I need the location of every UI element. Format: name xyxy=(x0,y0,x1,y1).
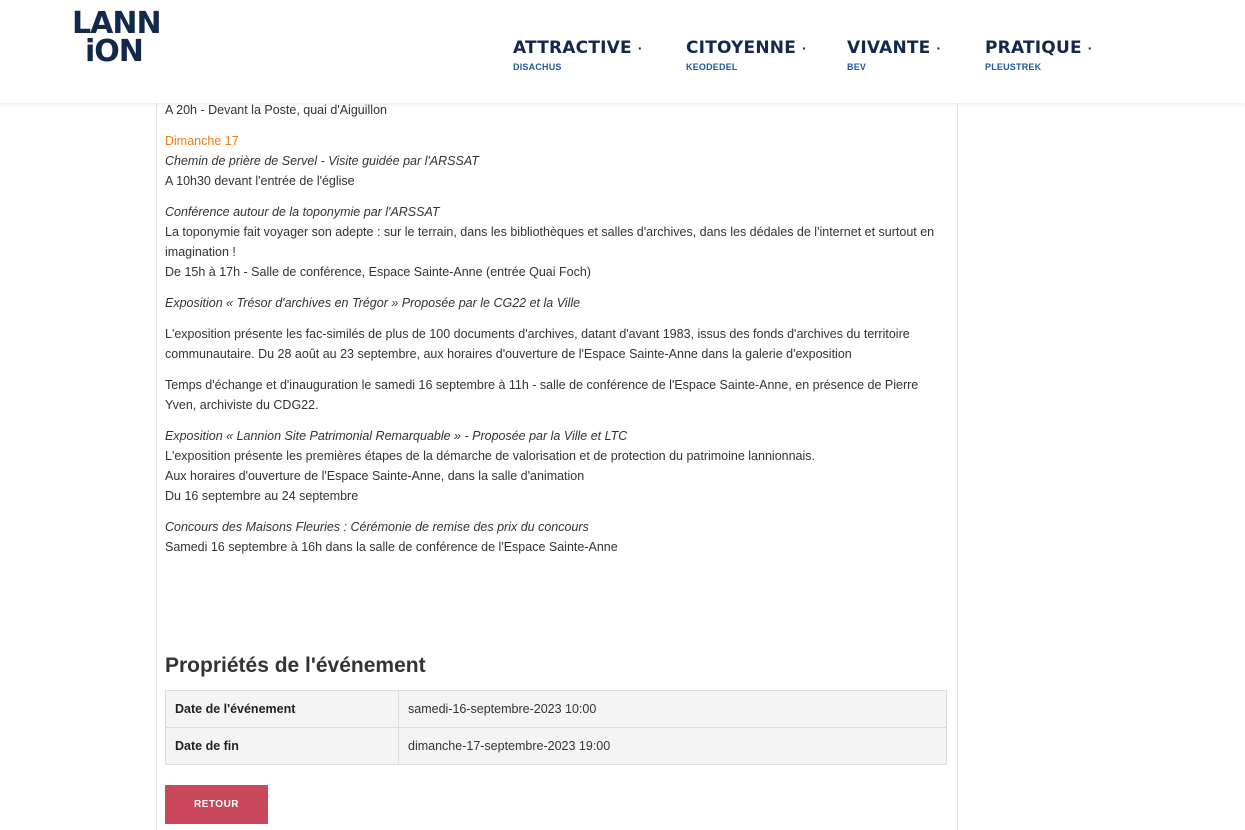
event-block-toponymie: Conférence autour de la toponymie par l'… xyxy=(165,202,947,282)
event-text: De 15h à 17h - Salle de conférence, Espa… xyxy=(165,265,591,279)
nav-item-citoyenne[interactable]: CITOYENNE · KEODEDEL xyxy=(686,38,807,72)
nav-item-attractive[interactable]: ATTRACTIVE · DISACHUS xyxy=(513,38,643,72)
event-text: La toponymie fait voyager son adepte : s… xyxy=(165,225,935,259)
event-block-spr: Exposition « Lannion Site Patrimonial Re… xyxy=(165,426,947,506)
property-value: dimanche-17-septembre-2023 19:00 xyxy=(398,727,947,765)
intro-line: A 20h - Devant la Poste, quai d'Aiguillo… xyxy=(165,103,387,117)
event-text: Temps d'échange et d'inauguration le sam… xyxy=(165,378,919,412)
event-title: Concours des Maisons Fleuries : Cérémoni… xyxy=(165,520,589,534)
event-title: Conférence autour de la toponymie par l'… xyxy=(165,205,440,219)
nav-label: ATTRACTIVE xyxy=(513,38,632,58)
event-text: L'exposition présente les premières étap… xyxy=(165,449,815,463)
nav-sublabel: DISACHUS xyxy=(513,62,562,72)
event-block-tresor-desc: L'exposition présente les fac-similés de… xyxy=(165,324,947,364)
property-value: samedi-16-septembre-2023 10:00 xyxy=(398,690,947,728)
nav-sublabel: BEV xyxy=(847,62,867,72)
site-header: LANN iON ATTRACTIVE · DISACHUS CITOYENNE… xyxy=(0,0,1245,103)
event-text: Aux horaires d'ouverture de l'Espace Sai… xyxy=(165,469,585,483)
dropdown-dot-icon: · xyxy=(1087,40,1093,56)
content-right-border xyxy=(957,103,958,830)
event-description: A 20h - Devant la Poste, quai d'Aiguillo… xyxy=(165,100,947,568)
property-key: Date de l'événement xyxy=(165,690,399,728)
nav-sublabel: KEODEDEL xyxy=(686,62,738,72)
event-date: Dimanche 17 xyxy=(165,134,239,148)
back-button[interactable]: RETOUR xyxy=(165,785,268,824)
event-text: Samedi 16 septembre à 16h dans la salle … xyxy=(165,540,618,554)
event-block-maisons-fleuries: Concours des Maisons Fleuries : Cérémoni… xyxy=(165,517,947,557)
nav-item-vivante[interactable]: VIVANTE · BEV xyxy=(847,38,941,72)
event-block-inauguration: Temps d'échange et d'inauguration le sam… xyxy=(165,375,947,415)
nav-label: VIVANTE xyxy=(847,38,931,58)
logo-line-2: iON xyxy=(85,34,144,69)
event-block-tresor: Exposition « Trésor d'archives en Trégor… xyxy=(165,293,947,313)
dropdown-dot-icon: · xyxy=(637,40,643,56)
event-text: A 10h30 devant l'entrée de l'église xyxy=(165,174,355,188)
table-row: Date de l'événement samedi-16-septembre-… xyxy=(165,690,947,728)
property-key: Date de fin xyxy=(165,727,399,765)
dropdown-dot-icon: · xyxy=(936,40,942,56)
event-text: L'exposition présente les fac-similés de… xyxy=(165,327,910,361)
nav-item-pratique[interactable]: PRATIQUE · PLEUSTREK xyxy=(985,38,1092,72)
content-left-border xyxy=(156,103,157,830)
nav-label: CITOYENNE xyxy=(686,38,797,58)
event-text: Du 16 septembre au 24 septembre xyxy=(165,489,359,503)
properties-heading: Propriétés de l'événement xyxy=(165,654,426,677)
lannion-logo[interactable]: LANN iON xyxy=(72,9,172,72)
nav-label: PRATIQUE xyxy=(985,38,1082,58)
event-title: Exposition « Lannion Site Patrimonial Re… xyxy=(165,429,628,443)
properties-table: Date de l'événement samedi-16-septembre-… xyxy=(165,690,947,765)
table-row: Date de fin dimanche-17-septembre-2023 1… xyxy=(165,727,947,765)
dropdown-dot-icon: · xyxy=(802,40,807,56)
event-block-servel: Dimanche 17 Chemin de prière de Servel -… xyxy=(165,131,947,191)
event-title: Chemin de prière de Servel - Visite guid… xyxy=(165,154,479,168)
nav-sublabel: PLEUSTREK xyxy=(985,62,1042,72)
event-title: Exposition « Trésor d'archives en Trégor… xyxy=(165,296,581,310)
